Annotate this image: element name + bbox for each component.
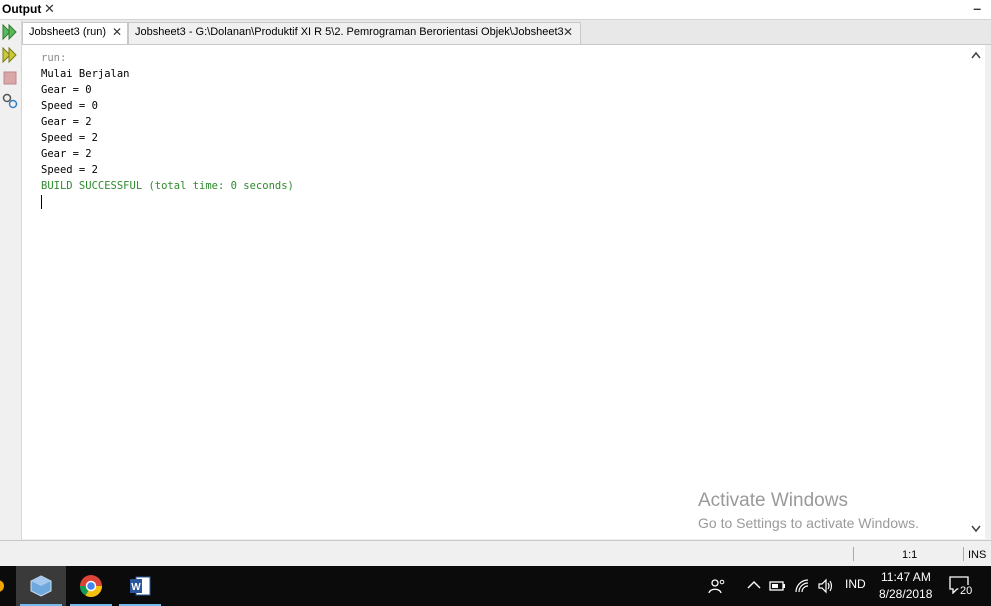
output-panel-header: Output ✕ – [0, 0, 991, 20]
minimize-icon[interactable]: – [973, 0, 981, 16]
volume-icon[interactable] [817, 578, 835, 594]
battery-icon[interactable] [768, 579, 786, 593]
windows-taskbar: W IND 11:47 AM 8/28/2018 20 [0, 566, 991, 606]
wifi-icon[interactable] [794, 578, 812, 594]
partial-app-icon[interactable] [0, 578, 6, 594]
console-line: Speed = 2 [41, 132, 98, 144]
activate-windows-title: Activate Windows [698, 490, 848, 511]
settings-icon[interactable] [1, 92, 19, 110]
chrome-icon [80, 575, 102, 597]
output-panel-title: Output [2, 2, 42, 16]
console-line: Speed = 2 [41, 164, 98, 176]
console-line: Gear = 2 [41, 148, 92, 160]
taskbar-chrome[interactable] [66, 566, 116, 606]
chevron-up-icon[interactable] [747, 580, 761, 590]
tab-close-icon[interactable]: ✕ [112, 25, 122, 39]
insert-mode[interactable]: INS [968, 549, 986, 561]
taskbar-virtualbox[interactable] [16, 566, 66, 606]
word-icon: W [130, 576, 151, 596]
status-bar: 1:1 INS [0, 540, 991, 567]
tab-label: Jobsheet3 - G:\Dolanan\Produktif XI R 5\… [135, 26, 564, 38]
console-line: Gear = 2 [41, 116, 92, 128]
rerun-with-options-icon[interactable] [1, 46, 19, 64]
scroll-up-icon[interactable] [971, 51, 981, 59]
console-line: Gear = 0 [41, 84, 92, 96]
build-status-line: BUILD SUCCESSFUL (total time: 0 seconds) [41, 180, 294, 192]
notification-count: 20 [958, 585, 975, 597]
language-indicator[interactable]: IND [845, 577, 866, 591]
console-line: Speed = 0 [41, 100, 98, 112]
rerun-icon[interactable] [1, 23, 19, 41]
people-icon[interactable] [708, 578, 726, 594]
vertical-scrollbar[interactable] [968, 45, 985, 539]
svg-text:W: W [131, 582, 141, 593]
clock-date[interactable]: 8/28/2018 [879, 587, 932, 601]
cursor-position: 1:1 [902, 549, 918, 561]
stop-icon[interactable] [1, 69, 19, 87]
output-toolbar [0, 20, 22, 540]
console-output[interactable]: run: Mulai Berjalan Gear = 0 Speed = 0 G… [22, 45, 968, 539]
status-divider [963, 547, 964, 561]
output-tabs: Jobsheet3 (run) ✕ Jobsheet3 - G:\Dolanan… [22, 20, 991, 45]
output-close-icon[interactable]: ✕ [44, 1, 55, 17]
console-line: Mulai Berjalan [41, 68, 130, 80]
virtualbox-icon [30, 575, 52, 597]
text-caret [41, 195, 42, 209]
tab-jobsheet3-run[interactable]: Jobsheet3 (run) ✕ [22, 22, 128, 44]
taskbar-word[interactable]: W [115, 566, 165, 606]
status-divider [853, 547, 854, 561]
tab-label: Jobsheet3 (run) [29, 26, 107, 38]
activate-windows-subtitle: Go to Settings to activate Windows. [698, 515, 919, 531]
scroll-down-icon[interactable] [971, 525, 981, 533]
clock-time[interactable]: 11:47 AM [881, 570, 931, 584]
tab-close-icon[interactable]: ✕ [563, 25, 573, 39]
console-line: run: [41, 52, 67, 64]
tab-jobsheet3-path[interactable]: Jobsheet3 - G:\Dolanan\Produktif XI R 5\… [128, 22, 581, 44]
